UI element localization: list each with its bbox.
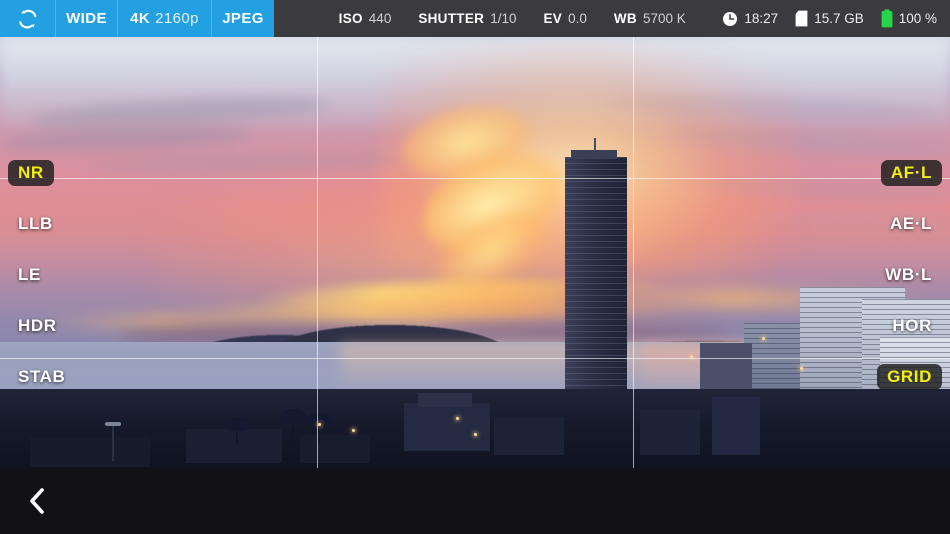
iso-label: ISO	[338, 11, 363, 26]
building	[640, 409, 700, 455]
left-feature-toggles: NR LLB LE HDR STAB	[0, 160, 75, 415]
file-format-label: JPEG	[222, 10, 264, 27]
capture-mode-group: WIDE 4K 2160p JPEG	[0, 0, 274, 37]
clock-icon	[723, 11, 738, 26]
ev-label: EV	[543, 11, 563, 26]
battery-icon	[881, 9, 893, 28]
building	[300, 435, 370, 463]
chevron-left-icon	[30, 488, 44, 514]
iso-setting[interactable]: ISO 440	[339, 11, 392, 26]
resolution-button[interactable]: 4K 2160p	[118, 0, 212, 37]
grid-line-horizontal	[0, 178, 950, 179]
lens-mode-label: WIDE	[66, 10, 107, 27]
city-light	[318, 423, 321, 426]
right-feature-toggles: AF·L AE·L WB·L HOR GRID	[875, 160, 950, 415]
shutter-setting[interactable]: SHUTTER 1/10	[418, 11, 516, 26]
palm-tree	[224, 417, 250, 431]
resolution-detail: 2160p	[155, 10, 199, 27]
city-light	[762, 337, 765, 340]
wb-value: 5700 K	[642, 11, 686, 26]
bottom-toolbar: off 2.0 600 F	[0, 468, 950, 534]
building	[30, 437, 150, 467]
clock-value: 18:27	[744, 11, 779, 26]
battery-value: 100 %	[898, 11, 937, 26]
battery-status: 100 %	[881, 9, 937, 28]
sdcard-icon	[795, 10, 808, 27]
toggle-stab[interactable]: STAB	[8, 364, 75, 390]
toggle-wb-lock[interactable]: WB·L	[875, 262, 942, 288]
toggle-grid[interactable]: GRID	[877, 364, 942, 390]
resolution-label: 4K	[130, 10, 151, 27]
viewfinder-preview[interactable]	[0, 37, 950, 468]
wb-setting[interactable]: WB 5700 K	[614, 11, 686, 26]
exposure-settings-group: ISO 440 SHUTTER 1/10 EV 0.0 WB 5700 K	[302, 0, 722, 37]
ev-setting[interactable]: EV 0.0	[543, 11, 586, 26]
storage-value: 15.7 GB	[814, 11, 864, 26]
iso-value: 440	[368, 11, 392, 26]
toggle-le[interactable]: LE	[8, 262, 51, 288]
storage-status: 15.7 GB	[795, 10, 864, 27]
tower-floors	[565, 157, 627, 397]
grid-line-horizontal	[0, 358, 950, 359]
lens-mode-button[interactable]: WIDE	[56, 0, 118, 37]
building	[418, 393, 472, 407]
grid-line-vertical	[317, 37, 318, 468]
toggle-nr[interactable]: NR	[8, 160, 54, 186]
rotate-camera-button[interactable]	[0, 0, 56, 37]
city-light	[352, 429, 355, 432]
shutter-label: SHUTTER	[418, 11, 485, 26]
building	[744, 323, 806, 397]
camera-app-screen: WIDE 4K 2160p JPEG ISO 440 SHUTTER 1/10 …	[0, 0, 950, 534]
device-status-group: 18:27 15.7 GB 100 %	[722, 0, 950, 37]
ev-value: 0.0	[568, 11, 587, 26]
palm-tree	[280, 409, 306, 423]
building	[404, 403, 490, 451]
wb-label: WB	[613, 11, 637, 26]
building	[712, 397, 760, 455]
back-button[interactable]	[8, 468, 66, 534]
toggle-af-lock[interactable]: AF·L	[880, 160, 942, 186]
city-light	[456, 417, 459, 420]
lamp-post	[112, 425, 114, 461]
grid-line-vertical	[633, 37, 634, 468]
toggle-ae-lock[interactable]: AE·L	[880, 211, 942, 237]
tower-roof	[571, 150, 617, 159]
building	[494, 417, 564, 455]
city-light	[800, 367, 803, 370]
building	[186, 429, 282, 463]
top-status-bar: WIDE 4K 2160p JPEG ISO 440 SHUTTER 1/10 …	[0, 0, 950, 37]
file-format-button[interactable]: JPEG	[212, 0, 274, 37]
shutter-value: 1/10	[490, 11, 517, 26]
toggle-hdr[interactable]: HDR	[8, 313, 67, 339]
tower-antenna	[594, 138, 596, 151]
toggle-llb[interactable]: LLB	[8, 211, 63, 237]
city-light	[474, 433, 477, 436]
clock-status: 18:27	[722, 11, 778, 27]
lamp-post	[105, 422, 121, 426]
rotate-camera-icon	[18, 9, 36, 28]
toggle-horizon[interactable]: HOR	[882, 313, 942, 339]
